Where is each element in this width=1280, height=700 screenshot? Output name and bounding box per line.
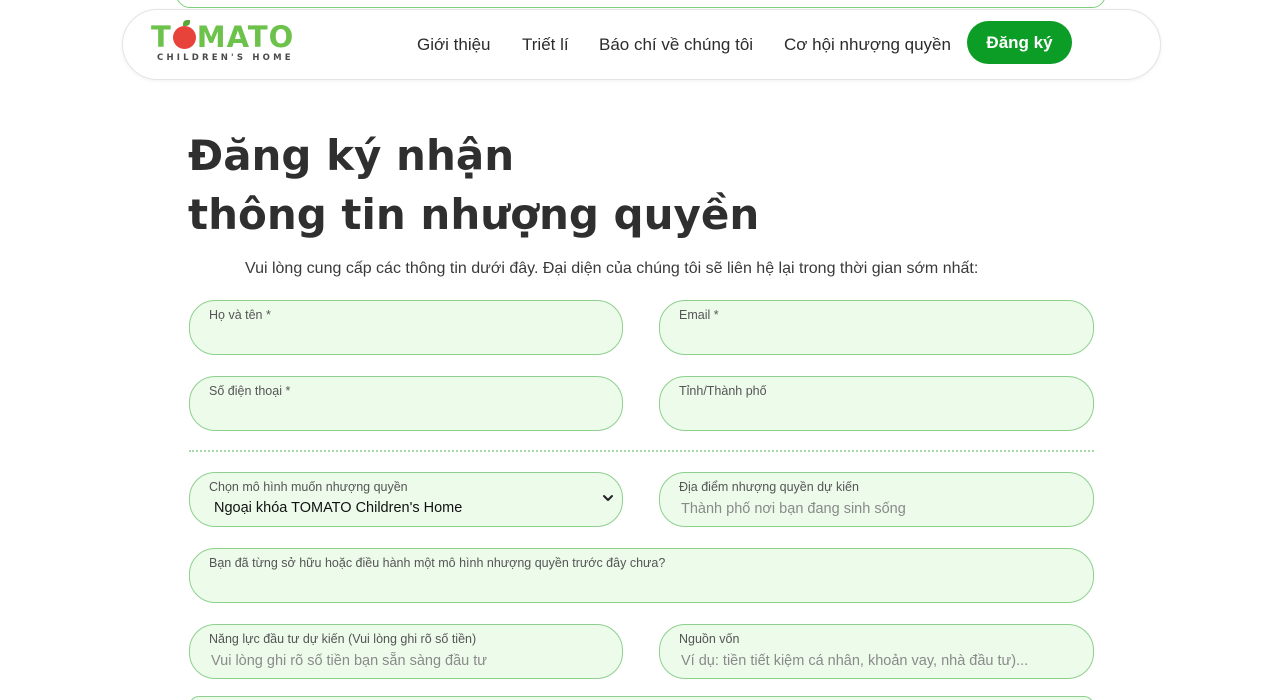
logo-word-rest: MATO: [196, 20, 295, 54]
experience-label: Bạn đã từng sở hữu hoặc điều hành một mô…: [209, 556, 666, 570]
site-header: T MATO CHILDREN'S HOME Giới thiệu Triết …: [122, 9, 1161, 80]
chevron-down-icon[interactable]: [602, 492, 614, 504]
funding-label: Nguồn vốn: [679, 632, 740, 646]
experience-field[interactable]: Bạn đã từng sở hữu hoặc điều hành một mô…: [189, 548, 1094, 603]
email-label: Email *: [679, 308, 719, 322]
capacity-input[interactable]: Vui lòng ghi rõ số tiền bạn sẵn sàng đầu…: [209, 653, 603, 669]
location-input[interactable]: Thành phố nơi bạn đang sinh sống: [679, 501, 1074, 517]
page-title-line-2: thông tin nhượng quyền: [188, 190, 760, 239]
previous-section-edge: [176, 0, 1106, 8]
next-field-edge[interactable]: [189, 696, 1094, 700]
location-field[interactable]: Địa điểm nhượng quyền dự kiến Thành phố …: [659, 472, 1094, 527]
form-section-divider: [189, 450, 1094, 452]
tomato-logo[interactable]: T MATO CHILDREN'S HOME: [151, 19, 311, 70]
capacity-field[interactable]: Năng lực đầu tư dự kiến (Vui lòng ghi rõ…: [189, 624, 623, 679]
name-field[interactable]: Họ và tên *: [189, 300, 623, 355]
nav-triet-li[interactable]: Triết lí: [522, 35, 569, 55]
logo-letter-t: T: [151, 20, 172, 54]
location-label: Địa điểm nhượng quyền dự kiến: [679, 480, 859, 494]
funding-field[interactable]: Nguồn vốn Ví dụ: tiền tiết kiệm cá nhân,…: [659, 624, 1094, 679]
phone-label: Số điện thoại *: [209, 384, 291, 398]
page-title-line-1: Đăng ký nhận: [188, 131, 515, 180]
logo-subtitle: CHILDREN'S HOME: [157, 53, 294, 63]
name-label: Họ và tên *: [209, 308, 271, 322]
capacity-label: Năng lực đầu tư dự kiến (Vui lòng ghi rõ…: [209, 632, 477, 646]
nav-co-hoi-nhuong-quyen[interactable]: Cơ hội nhượng quyền: [784, 35, 951, 55]
signup-button[interactable]: Đăng ký: [967, 21, 1072, 64]
city-field[interactable]: Tỉnh/Thành phố: [659, 376, 1094, 431]
model-select[interactable]: Chọn mô hình muốn nhượng quyền Ngoại khó…: [189, 472, 623, 527]
nav-gioi-thieu[interactable]: Giới thiệu: [417, 35, 491, 55]
tomato-icon: [172, 19, 196, 49]
model-selected-value[interactable]: Ngoại khóa TOMATO Children's Home: [209, 500, 603, 516]
page-title: Đăng ký nhận thông tin nhượng quyền: [188, 126, 759, 244]
email-field[interactable]: Email *: [659, 300, 1094, 355]
funding-input[interactable]: Ví dụ: tiền tiết kiệm cá nhân, khoản vay…: [679, 653, 1074, 669]
model-label: Chọn mô hình muốn nhượng quyền: [209, 480, 408, 494]
nav-bao-chi[interactable]: Báo chí về chúng tôi: [599, 35, 753, 55]
city-label: Tỉnh/Thành phố: [679, 384, 767, 398]
phone-field[interactable]: Số điện thoại *: [189, 376, 623, 431]
form-intro: Vui lòng cung cấp các thông tin dưới đây…: [245, 260, 979, 277]
